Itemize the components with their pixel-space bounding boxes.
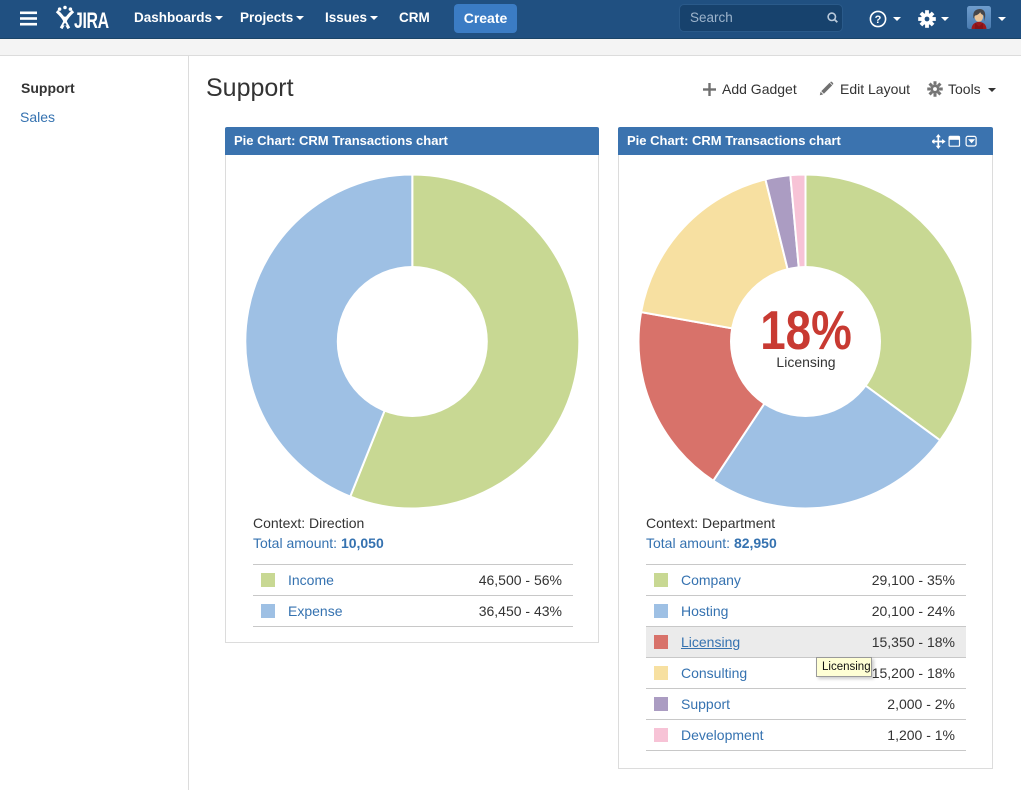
svg-text:?: ? (875, 14, 882, 26)
